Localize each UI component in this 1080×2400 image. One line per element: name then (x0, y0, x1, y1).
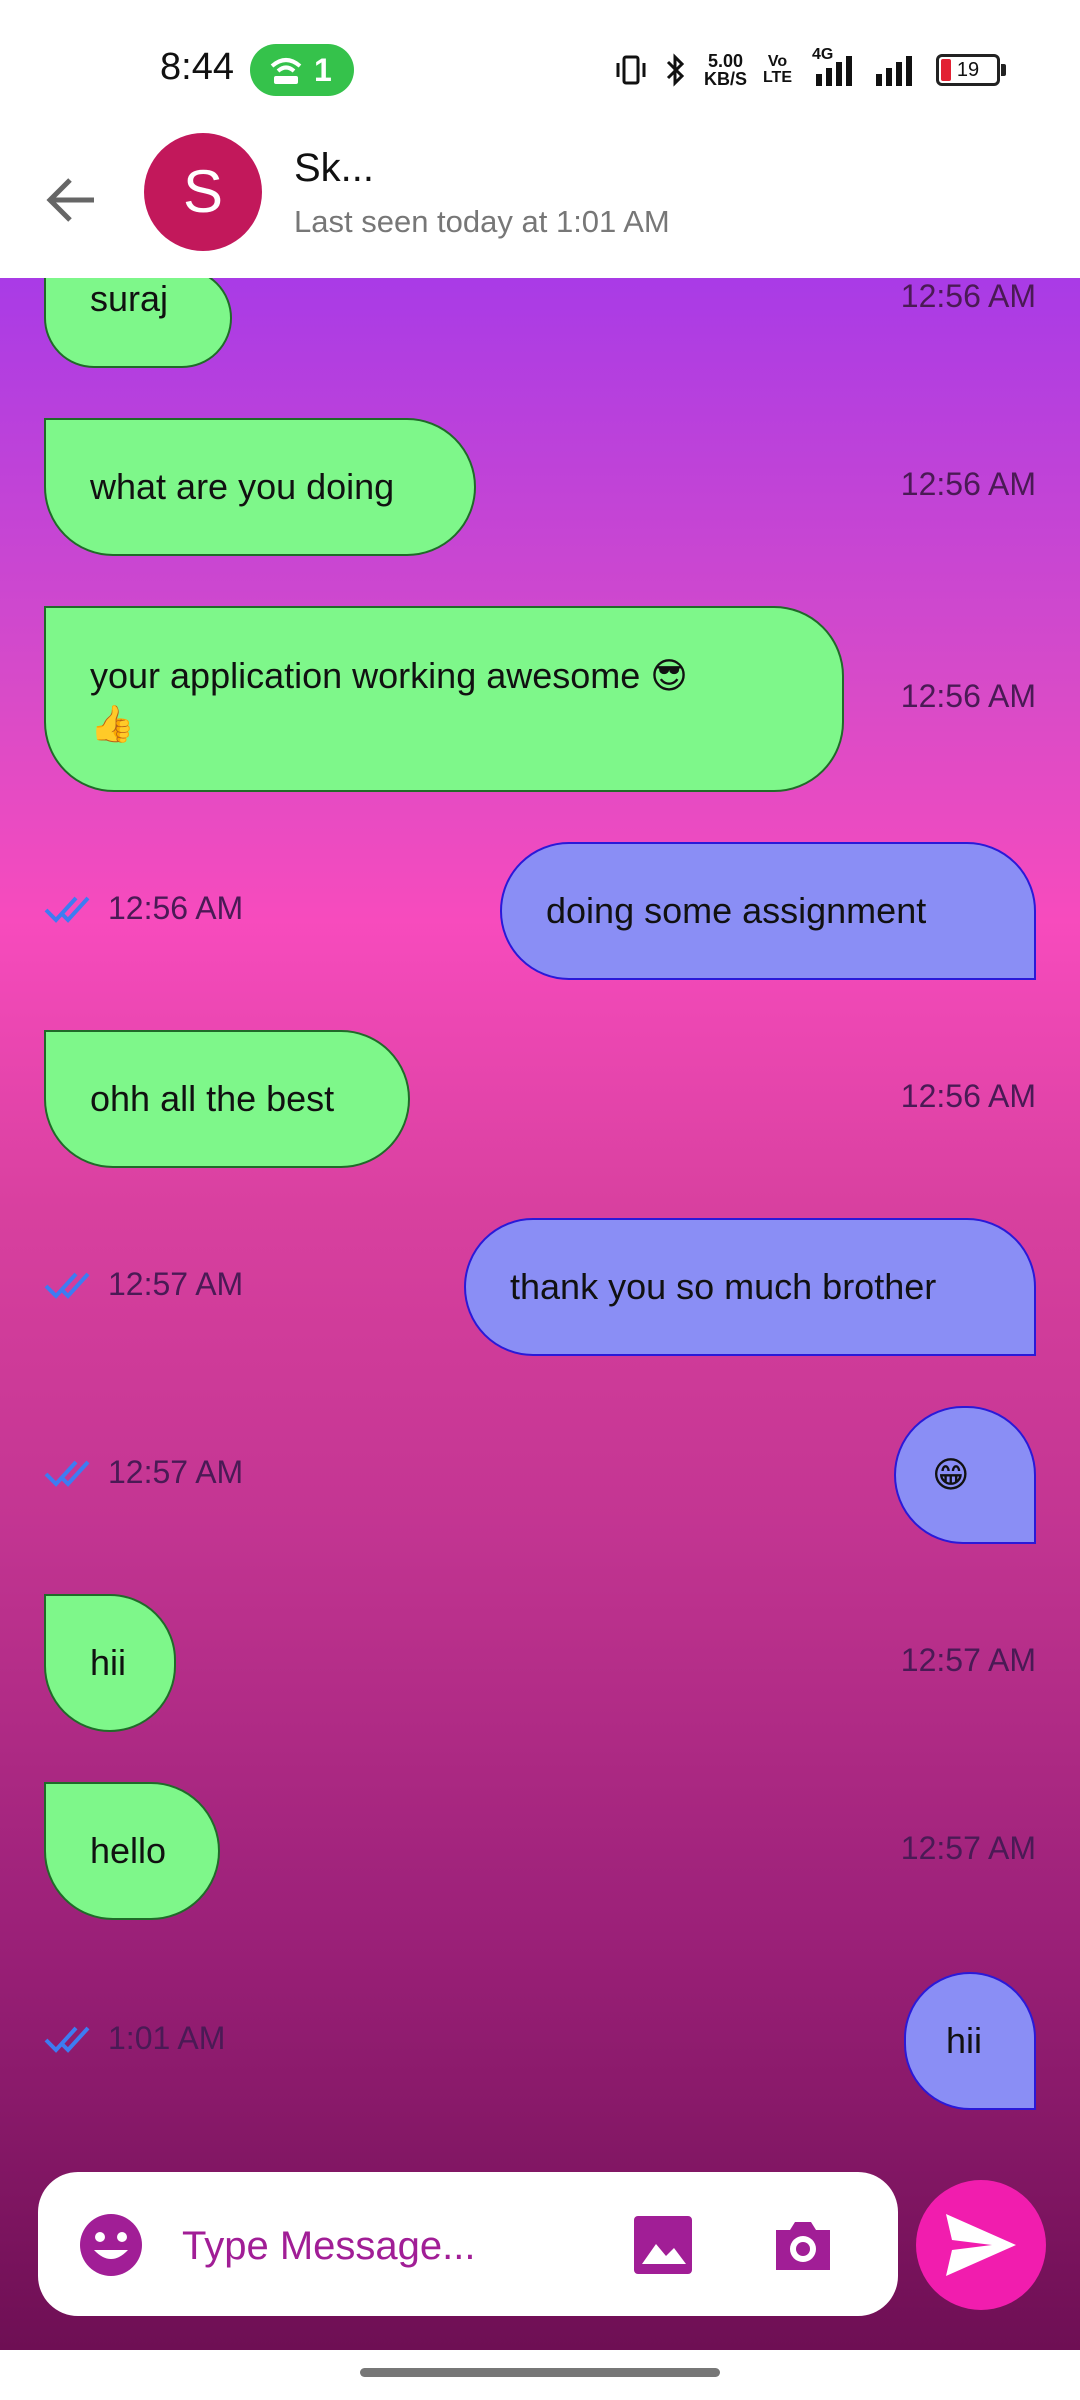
message-meta: 12:56 AM (44, 890, 243, 927)
hotspot-count: 1 (314, 52, 332, 88)
message-text-line1: your application working awesome 😎 (90, 655, 688, 696)
message-list[interactable]: suraj 12:56 AM what are you doing 12:56 … (0, 278, 1080, 2350)
message-bubble-incoming[interactable]: what are you doing (44, 418, 476, 556)
message-bubble-incoming[interactable]: ohh all the best (44, 1030, 410, 1168)
volte-top: Vo (767, 53, 788, 70)
signal-4g-icon: 4G (808, 46, 858, 88)
message-text: what are you doing (90, 466, 395, 507)
message-time: 12:57 AM (108, 1454, 244, 1490)
image-icon (634, 2216, 692, 2274)
vibrate-icon (616, 55, 646, 85)
battery-cap (1001, 64, 1006, 76)
message-bubble-incoming[interactable]: hello (44, 1782, 220, 1920)
message-bubble-incoming[interactable]: hii (44, 1594, 176, 1732)
message-meta: 1:01 AM (44, 2020, 225, 2057)
gallery-button[interactable] (628, 2210, 698, 2280)
hotspot-indicator: 1 (250, 44, 354, 96)
volte-indicator: Vo LTE (763, 54, 792, 86)
message-bubble-outgoing[interactable]: 😁 (894, 1406, 1036, 1544)
net-speed-value: 5.00 (707, 51, 743, 71)
double-check-icon (44, 1272, 90, 1299)
message-time: 12:56 AM (108, 890, 244, 926)
emoji-button[interactable] (78, 2212, 144, 2278)
status-time: 8:44 (160, 46, 234, 88)
double-check-icon (44, 896, 90, 923)
send-button[interactable] (916, 2180, 1046, 2310)
system-nav-bar (0, 2350, 1080, 2400)
message-text: ohh all the best (90, 1078, 335, 1119)
message-time: 12:56 AM (900, 466, 1036, 502)
hotspot-icon (270, 58, 302, 84)
message-bubble-incoming[interactable]: suraj (44, 278, 232, 368)
message-text: doing some assignment (546, 890, 927, 931)
avatar[interactable]: S (144, 133, 262, 251)
status-icons: 5.00 KB/S Vo LTE 4G 19 (614, 46, 1006, 90)
message-bubble-outgoing[interactable]: thank you so much brother (464, 1218, 1036, 1356)
message-text: hello (90, 1830, 167, 1871)
contact-name[interactable]: Sk... (294, 146, 374, 191)
back-button[interactable] (40, 168, 104, 232)
message-input[interactable] (180, 2212, 624, 2280)
double-check-icon (44, 2026, 90, 2053)
message-text: thank you so much brother (510, 1266, 937, 1307)
message-time: 12:57 AM (108, 1266, 244, 1302)
net-speed: 5.00 KB/S (704, 52, 747, 88)
double-check-icon (44, 1460, 90, 1487)
message-bubble-incoming[interactable]: your application working awesome 😎 👍 (44, 606, 844, 792)
message-time: 12:57 AM (900, 1830, 1036, 1866)
message-time: 12:57 AM (900, 1642, 1036, 1678)
chat-header: S Sk... Last seen today at 1:01 AM (0, 132, 1080, 279)
message-text-line2: 👍 (90, 703, 135, 744)
emoji-icon (80, 2214, 142, 2276)
message-time: 12:56 AM (900, 278, 1036, 314)
network-type: 4G (812, 46, 834, 63)
message-bubble-outgoing[interactable]: doing some assignment (500, 842, 1036, 980)
status-bar: 8:44 1 5.00 KB/S Vo LTE 4G 19 (0, 0, 1080, 132)
battery-level: 19 (956, 59, 980, 81)
volte-bottom: LTE (762, 69, 792, 86)
battery-fill (941, 59, 951, 81)
send-icon (946, 2214, 1016, 2276)
signal-icon (876, 56, 912, 86)
battery-icon: 19 (936, 54, 1006, 86)
last-seen-status: Last seen today at 1:01 AM (294, 204, 670, 239)
arrow-back-icon (46, 178, 94, 222)
message-meta: 12:57 AM (44, 1454, 243, 1491)
message-time: 12:56 AM (900, 678, 1036, 714)
message-time: 1:01 AM (108, 2020, 226, 2056)
message-text: hii (90, 1642, 127, 1683)
message-text: 😁 (932, 1454, 970, 1495)
message-bubble-outgoing[interactable]: hii (904, 1972, 1036, 2110)
message-text: suraj (90, 278, 169, 319)
message-time: 12:56 AM (900, 1078, 1036, 1114)
home-indicator[interactable] (360, 2368, 720, 2377)
message-composer (38, 2172, 898, 2316)
message-meta: 12:57 AM (44, 1266, 243, 1303)
bluetooth-icon (666, 53, 685, 87)
camera-button[interactable] (768, 2210, 838, 2280)
net-speed-unit: KB/S (703, 69, 747, 89)
message-text: hii (946, 2020, 983, 2061)
camera-icon (776, 2222, 830, 2270)
